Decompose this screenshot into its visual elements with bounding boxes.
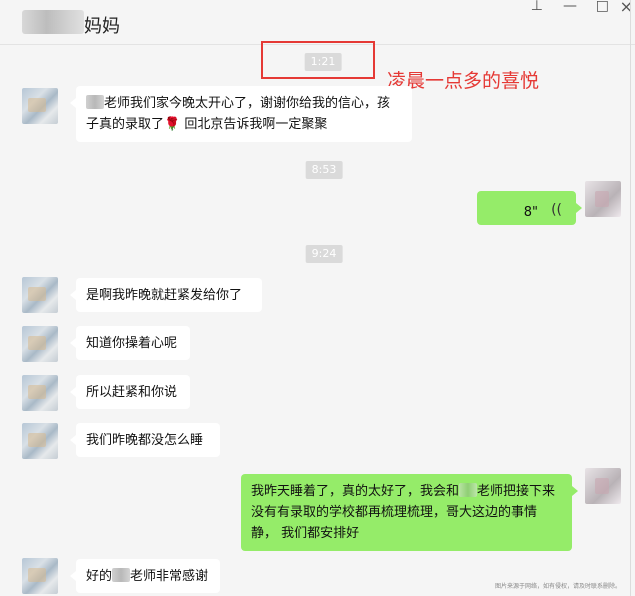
contact-avatar[interactable] xyxy=(22,88,58,124)
chat-title-bar: 妈妈 ⊥ — □ × xyxy=(0,0,635,45)
message-bubble-in[interactable]: 是啊我昨晚就赶紧发给你了 xyxy=(70,278,262,312)
message-text: 我们都安排好 xyxy=(281,526,360,541)
maximize-button[interactable]: □ xyxy=(596,0,609,14)
message-bubble-in[interactable]: 好的 老师非常感谢 xyxy=(70,559,220,593)
highlight-box xyxy=(261,41,375,79)
chat-title: 妈妈 xyxy=(84,16,120,37)
contact-name-blurred xyxy=(22,10,84,34)
pin-icon[interactable]: ⊥ xyxy=(531,0,543,14)
contact-avatar[interactable] xyxy=(22,375,58,411)
message-text: 我们昨晚都没怎么睡 xyxy=(86,433,204,448)
message-bubble-out[interactable]: 我昨天睡着了，真的太好了，我会和 老师把接下来 没有有录取的学校都再梳理梳理，哥大… xyxy=(241,474,578,551)
message-bubble-in[interactable]: 我们昨晚都没怎么睡 xyxy=(70,423,220,457)
message-bubble-in[interactable]: 所以赶紧和你说 xyxy=(70,375,190,409)
message-text: 子真的录取了 xyxy=(86,117,165,132)
message-text: 是啊我昨晚就赶紧发给你了 xyxy=(86,288,243,303)
watermark-text: 图片来源于网络，如有侵权，请及时联系删除。 xyxy=(494,583,621,590)
message-bubble-in[interactable]: 知道你操着心呢 xyxy=(70,326,190,360)
redacted-name xyxy=(112,568,131,582)
timestamp: 8:53 xyxy=(305,161,343,179)
message-text: 所以赶紧和你说 xyxy=(86,385,178,400)
voice-duration: 8" xyxy=(523,205,538,220)
contact-avatar[interactable] xyxy=(22,326,58,362)
my-avatar[interactable] xyxy=(585,468,621,504)
message-text: 老师我们家今晚太开心了，谢谢你给我的信心，孩 xyxy=(104,96,391,111)
message-text: 老师把接下来 xyxy=(477,484,556,499)
message-text: 知道你操着心呢 xyxy=(86,336,178,351)
redacted-name xyxy=(86,95,104,109)
message-text: 好的 xyxy=(86,569,113,584)
rose-icon: 🌹 xyxy=(164,117,181,132)
message-text: 我昨天睡着了，真的太好了，我会和 xyxy=(251,484,460,499)
window-border xyxy=(630,0,631,596)
contact-avatar[interactable] xyxy=(22,423,58,459)
timestamp: 9:24 xyxy=(305,245,343,263)
contact-avatar[interactable] xyxy=(22,558,58,594)
contact-avatar[interactable] xyxy=(22,277,58,313)
message-text: 回北京告诉我啊一定聚聚 xyxy=(184,117,328,132)
message-bubble-in[interactable]: 老师我们家今晚太开心了，谢谢你给我的信心，孩 子真的录取了🌹 回北京告诉我啊一定… xyxy=(70,86,412,142)
message-text: 老师非常感谢 xyxy=(130,569,209,584)
minimize-button[interactable]: — xyxy=(563,0,577,14)
my-avatar[interactable] xyxy=(585,181,621,217)
redacted-name xyxy=(459,483,478,497)
voice-message-bubble[interactable]: 8" (( xyxy=(477,191,582,225)
voice-wave-icon: (( xyxy=(551,202,562,218)
